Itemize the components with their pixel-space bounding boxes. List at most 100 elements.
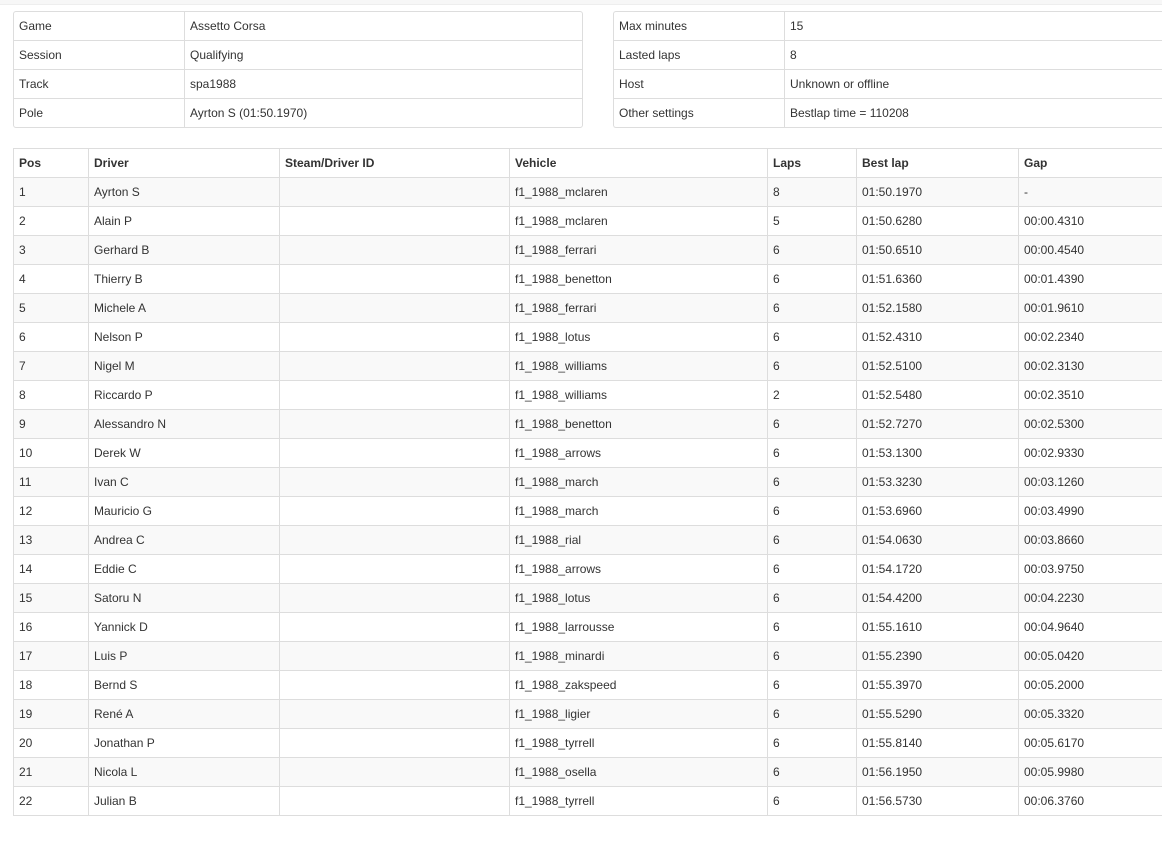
cell-laps: 8 <box>767 177 857 207</box>
cell-pos: 8 <box>13 380 89 410</box>
cell-steam-id <box>279 757 510 787</box>
cell-vehicle: f1_1988_tyrrell <box>509 728 768 758</box>
cell-driver: Thierry B <box>88 264 280 294</box>
cell-steam-id <box>279 786 510 816</box>
cell-laps: 6 <box>767 670 857 700</box>
cell-vehicle: f1_1988_zakspeed <box>509 670 768 700</box>
cell-driver: Ivan C <box>88 467 280 497</box>
cell-gap: 00:05.3320 <box>1018 699 1162 729</box>
cell-gap: 00:04.2230 <box>1018 583 1162 613</box>
results-header-row: Pos Driver Steam/Driver ID Vehicle Laps … <box>13 148 1162 178</box>
column-header-driver: Driver <box>88 148 280 178</box>
cell-gap: 00:02.3510 <box>1018 380 1162 410</box>
table-row: 17 Luis P f1_1988_minardi 6 01:55.2390 00:05.… <box>13 641 1162 671</box>
table-row: 8 Riccardo P f1_1988_williams 2 01:52.5480 00… <box>13 380 1162 410</box>
results-body: 1 Ayrton Sf1_1988_mclaren 8 01:50.1970-2 Ala… <box>13 177 1162 816</box>
cell-pos: 20 <box>13 728 89 758</box>
cell-pos: 11 <box>13 467 89 497</box>
cell-best-lap: 01:52.4310 <box>856 322 1019 352</box>
table-row: 11 Ivan C f1_1988_march 6 01:53.3230 00:03.12… <box>13 467 1162 497</box>
info-label: Pole <box>14 98 184 127</box>
cell-driver: Jonathan P <box>88 728 280 758</box>
cell-steam-id <box>279 525 510 555</box>
info-value: Qualifying <box>184 40 582 69</box>
cell-best-lap: 01:55.8140 <box>856 728 1019 758</box>
info-label: Other settings <box>614 98 784 127</box>
table-row: 22 Julian B f1_1988_tyrrell 6 01:56.5730 00:0… <box>13 786 1162 816</box>
cell-steam-id <box>279 177 510 207</box>
cell-best-lap: 01:52.5480 <box>856 380 1019 410</box>
cell-laps: 6 <box>767 699 857 729</box>
cell-driver: Julian B <box>88 786 280 816</box>
info-row-lasted-laps: Lasted laps 8 <box>614 40 1162 69</box>
info-row-host: Host Unknown or offline <box>614 69 1162 98</box>
cell-driver: Ayrton S <box>88 177 280 207</box>
cell-driver: Satoru N <box>88 583 280 613</box>
cell-vehicle: f1_1988_williams <box>509 351 768 381</box>
column-header-vehicle: Vehicle <box>509 148 768 178</box>
cell-driver: Gerhard B <box>88 235 280 265</box>
info-label: Host <box>614 69 784 98</box>
info-value: spa1988 <box>184 69 582 98</box>
cell-driver: Mauricio G <box>88 496 280 526</box>
table-row: 4 Thierry B f1_1988_benetton 6 01:51.6360 00:… <box>13 264 1162 294</box>
cell-vehicle: f1_1988_ferrari <box>509 235 768 265</box>
cell-laps: 6 <box>767 496 857 526</box>
cell-driver: Michele A <box>88 293 280 323</box>
cell-laps: 6 <box>767 641 857 671</box>
cell-vehicle: f1_1988_mclaren <box>509 177 768 207</box>
info-value: Assetto Corsa <box>184 12 582 40</box>
table-row: 6 Nelson Pf1_1988_lotus 6 01:52.4310 00:02.2… <box>13 322 1162 352</box>
column-header-gap: Gap <box>1018 148 1162 178</box>
cell-best-lap: 01:52.7270 <box>856 409 1019 439</box>
cell-driver: Luis P <box>88 641 280 671</box>
cell-vehicle: f1_1988_minardi <box>509 641 768 671</box>
cell-driver: Andrea C <box>88 525 280 555</box>
cell-best-lap: 01:55.2390 <box>856 641 1019 671</box>
cell-vehicle: f1_1988_mclaren <box>509 206 768 236</box>
cell-pos: 2 <box>13 206 89 236</box>
cell-laps: 6 <box>767 467 857 497</box>
table-row: 13 Andrea C f1_1988_rial 6 01:54.0630 00:03.8… <box>13 525 1162 555</box>
table-row: 1 Ayrton S f1_1988_mclaren 8 01:50.1970- <box>13 177 1162 207</box>
table-row: 15 Satoru N f1_1988_lotus 6 01:54.4200 00:04.… <box>13 583 1162 613</box>
table-row: 18 Bernd S f1_1988_zakspeed 6 01:55.3970 00:0… <box>13 670 1162 700</box>
cell-laps: 6 <box>767 351 857 381</box>
info-row-other-settings: Other settings Bestlap time = 110208 <box>614 98 1162 127</box>
cell-pos: 14 <box>13 554 89 584</box>
cell-steam-id <box>279 264 510 294</box>
cell-steam-id <box>279 467 510 497</box>
cell-vehicle: f1_1988_osella <box>509 757 768 787</box>
cell-steam-id <box>279 728 510 758</box>
cell-gap: - <box>1018 177 1162 207</box>
cell-steam-id <box>279 670 510 700</box>
cell-best-lap: 01:54.0630 <box>856 525 1019 555</box>
cell-driver: Yannick D <box>88 612 280 642</box>
cell-laps: 6 <box>767 583 857 613</box>
cell-steam-id <box>279 409 510 439</box>
cell-vehicle: f1_1988_ferrari <box>509 293 768 323</box>
cell-gap: 00:05.9980 <box>1018 757 1162 787</box>
cell-pos: 12 <box>13 496 89 526</box>
cell-driver: Bernd S <box>88 670 280 700</box>
cell-best-lap: 01:50.1970 <box>856 177 1019 207</box>
info-value: Ayrton S (01:50.1970) <box>184 98 582 127</box>
table-row: 7 Nigel M f1_1988_williams 6 01:52.5100 00:02… <box>13 351 1162 381</box>
cell-best-lap: 01:50.6280 <box>856 206 1019 236</box>
cell-laps: 2 <box>767 380 857 410</box>
info-row-max-minutes: Max minutes 15 <box>614 12 1162 40</box>
cell-best-lap: 01:52.5100 <box>856 351 1019 381</box>
cell-pos: 7 <box>13 351 89 381</box>
cell-gap: 00:06.3760 <box>1018 786 1162 816</box>
table-row: 5 Michele A f1_1988_ferrari 6 01:52.1580 00:0… <box>13 293 1162 323</box>
cell-steam-id <box>279 380 510 410</box>
table-row: 20 Jonathan P f1_1988_tyrrell 6 01:55.8140 00… <box>13 728 1162 758</box>
info-label: Lasted laps <box>614 40 784 69</box>
cell-gap: 00:02.2340 <box>1018 322 1162 352</box>
info-row-game: Game Assetto Corsa <box>14 12 582 40</box>
cell-steam-id <box>279 583 510 613</box>
table-row: 10 Derek W f1_1988_arrows 6 01:53.1300 00:02.… <box>13 438 1162 468</box>
cell-gap: 00:03.4990 <box>1018 496 1162 526</box>
cell-steam-id <box>279 699 510 729</box>
cell-pos: 4 <box>13 264 89 294</box>
